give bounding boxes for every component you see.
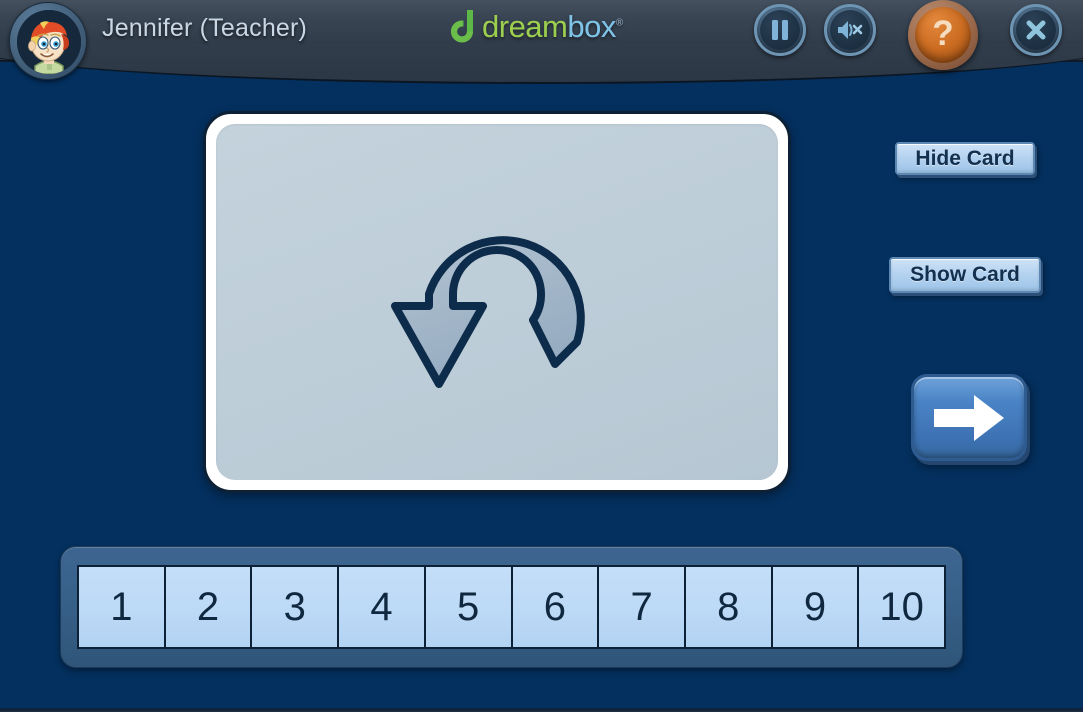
window-bottom-edge: [0, 708, 1083, 712]
speaker-mute-icon: [830, 10, 870, 50]
right-arrow-icon: [934, 394, 1004, 441]
number-cell[interactable]: 7: [599, 567, 684, 647]
pause-icon: [760, 10, 800, 50]
question-mark-icon: ?: [915, 7, 971, 63]
help-button[interactable]: ?: [908, 0, 978, 70]
number-track-1-to-10: 1 2 3 4 5 6 7 8 9 10: [60, 546, 963, 668]
number-cell[interactable]: 2: [165, 567, 251, 647]
number-cell[interactable]: 5: [425, 567, 511, 647]
logo-dream-text: dream: [482, 9, 568, 44]
avatar[interactable]: [9, 2, 87, 80]
user-name-label: Jennifer (Teacher): [102, 14, 308, 42]
number-cell[interactable]: 6: [512, 567, 598, 647]
logo-wordmark: dreambox®: [482, 9, 623, 45]
pause-button[interactable]: [754, 4, 806, 56]
number-cell[interactable]: 10: [859, 567, 945, 647]
logo-trademark: ®: [615, 17, 623, 29]
dreambox-lesson-screen: Jennifer (Teacher) dreambox® ? Hide Card…: [0, 0, 1083, 712]
show-card-button[interactable]: Show Card: [889, 257, 1041, 293]
close-button[interactable]: [1010, 4, 1062, 56]
logo-box-text: box: [567, 9, 616, 44]
dreambox-logo: dreambox®: [447, 7, 623, 47]
hide-card-button[interactable]: Hide Card: [895, 142, 1035, 175]
avatar-inner-circle: [17, 10, 81, 74]
lesson-card-face: [216, 124, 778, 480]
number-cells: 1 2 3 4 5 6 7 8 9 10: [77, 565, 946, 649]
number-cell[interactable]: 8: [685, 567, 771, 647]
lesson-card[interactable]: [203, 111, 791, 493]
number-cell[interactable]: 3: [252, 567, 338, 647]
number-cell[interactable]: 4: [339, 567, 424, 647]
flip-card-u-turn-arrow-icon: [391, 236, 585, 388]
close-x-icon: [1016, 10, 1056, 50]
avatar-face-icon: [17, 10, 81, 74]
mute-button[interactable]: [824, 4, 876, 56]
next-button[interactable]: [911, 374, 1027, 461]
number-cell[interactable]: 1: [79, 567, 164, 647]
number-cell[interactable]: 9: [772, 567, 858, 647]
dreambox-d-mark-icon: [451, 10, 473, 43]
